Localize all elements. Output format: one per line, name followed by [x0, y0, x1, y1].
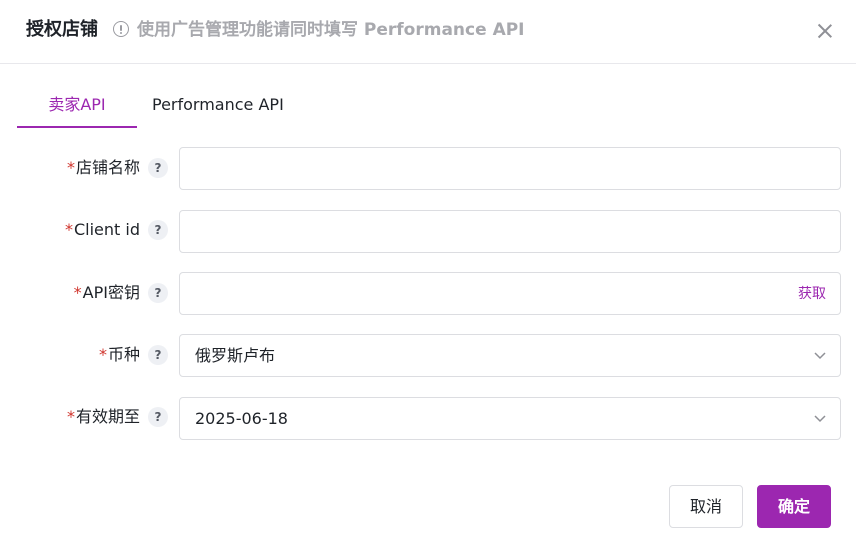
shop-name-label: *店铺名称: [67, 157, 140, 179]
chevron-down-icon: [814, 415, 826, 423]
required-mark: *: [66, 407, 75, 426]
shop-name-label-text: 店铺名称: [75, 158, 140, 177]
api-key-label: *API密钥: [74, 282, 140, 304]
valid-until-label: *有效期至: [67, 406, 140, 428]
valid-until-select[interactable]: 2025-06-18: [179, 397, 841, 440]
required-mark: *: [73, 283, 82, 302]
tab-seller-api[interactable]: 卖家API: [17, 92, 137, 128]
client-id-label-text: Client id: [73, 220, 140, 239]
help-icon[interactable]: ?: [148, 407, 168, 427]
confirm-button[interactable]: 确定: [757, 485, 831, 528]
valid-until-selected-value: 2025-06-18: [195, 409, 288, 428]
authorize-shop-dialog: 授权店铺 使用广告管理功能请同时填写 Performance API 卖家API…: [0, 0, 856, 547]
required-mark: *: [98, 345, 107, 364]
info-icon: [113, 21, 129, 37]
api-key-input[interactable]: [180, 273, 780, 314]
tab-performance-api[interactable]: Performance API: [152, 92, 284, 128]
required-mark: *: [64, 220, 73, 239]
close-icon[interactable]: [816, 22, 834, 40]
chevron-down-icon: [814, 352, 826, 360]
valid-until-label-text: 有效期至: [75, 407, 140, 426]
shop-name-input[interactable]: [180, 148, 840, 189]
client-id-label: *Client id: [65, 219, 140, 241]
dialog-notice: 使用广告管理功能请同时填写 Performance API: [137, 20, 525, 40]
shop-name-field: [179, 147, 841, 190]
cancel-button[interactable]: 取消: [669, 485, 743, 528]
dialog-title: 授权店铺: [26, 19, 98, 40]
help-icon[interactable]: ?: [148, 220, 168, 240]
help-icon[interactable]: ?: [148, 158, 168, 178]
client-id-input[interactable]: [180, 211, 840, 252]
api-key-field: 获取: [179, 272, 841, 315]
currency-label: *币种: [99, 344, 140, 366]
help-icon[interactable]: ?: [148, 283, 168, 303]
required-mark: *: [66, 158, 75, 177]
client-id-field: [179, 210, 841, 253]
dialog-header: 授权店铺 使用广告管理功能请同时填写 Performance API: [0, 0, 856, 64]
currency-label-text: 币种: [107, 345, 140, 364]
currency-selected-value: 俄罗斯卢布: [195, 346, 276, 365]
get-api-key-link[interactable]: 获取: [798, 284, 826, 304]
currency-select[interactable]: 俄罗斯卢布: [179, 334, 841, 377]
help-icon[interactable]: ?: [148, 345, 168, 365]
api-key-label-text: API密钥: [82, 283, 140, 302]
